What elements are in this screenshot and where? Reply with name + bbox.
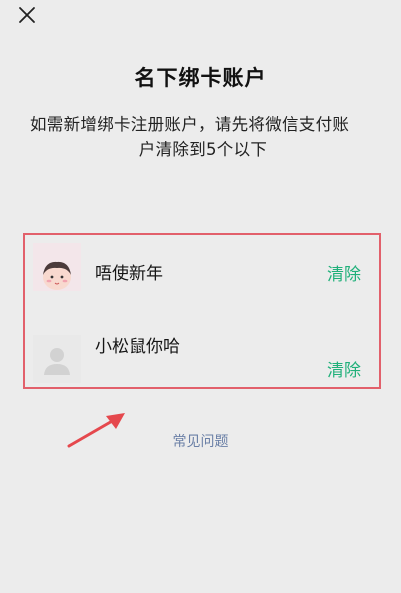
avatar (33, 335, 81, 383)
description-line-2: 户清除到5个以下 (138, 140, 268, 159)
account-name: 小松鼠你哈 (95, 337, 180, 357)
avatar (33, 243, 81, 291)
faq-link[interactable]: 常见问题 (0, 431, 401, 451)
clear-button[interactable]: 清除 (327, 260, 361, 285)
default-user-avatar-icon (33, 335, 81, 383)
clear-button[interactable]: 清除 (327, 356, 361, 381)
close-icon (19, 7, 35, 23)
account-row: 唔使新年 清除 (25, 237, 379, 307)
account-row: 小松鼠你哈 清除 (25, 315, 379, 385)
photo-avatar-icon (33, 243, 81, 291)
page-title: 名下绑卡账户 (134, 66, 267, 90)
account-name: 唔使新年 (95, 264, 163, 284)
close-button[interactable] (14, 2, 40, 28)
description-line-1: 如需新增绑卡注册账户，请先将微信支付账 (30, 115, 350, 134)
description: 如需新增绑卡注册账户，请先将微信支付账 户清除到5个以下 (30, 112, 376, 162)
account-list: 唔使新年 清除 小松鼠你哈 清除 (23, 233, 381, 389)
